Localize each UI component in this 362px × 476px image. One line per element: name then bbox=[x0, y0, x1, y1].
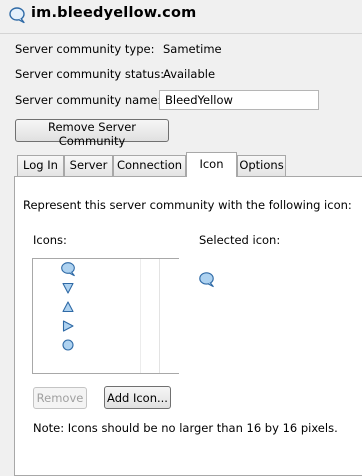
list-scrollbar[interactable] bbox=[159, 259, 179, 373]
community-type-label: Server community type: bbox=[15, 42, 155, 56]
tab-server[interactable]: Server bbox=[64, 155, 113, 176]
community-status-label: Server community status: bbox=[15, 67, 165, 81]
window-titlebar: im.bleedyellow.com bbox=[0, 0, 362, 34]
triangle-up-icon[interactable] bbox=[60, 299, 76, 315]
tab-options[interactable]: Options bbox=[237, 155, 286, 176]
tab-connection[interactable]: Connection bbox=[113, 155, 186, 176]
circle-icon[interactable] bbox=[60, 337, 76, 353]
community-name-label: Server community name: bbox=[15, 93, 162, 107]
community-status-value: Available bbox=[163, 67, 216, 81]
speech-bubble-icon bbox=[9, 7, 25, 24]
icons-list[interactable] bbox=[32, 258, 179, 374]
remove-server-community-button[interactable]: Remove Server Community bbox=[15, 119, 169, 148]
icon-description: Represent this server community with the… bbox=[23, 198, 352, 212]
community-name-input[interactable] bbox=[159, 90, 319, 110]
icon-size-note: Note: Icons should be no larger than 16 … bbox=[33, 421, 338, 435]
icons-label: Icons: bbox=[33, 233, 67, 247]
window-title: im.bleedyellow.com bbox=[31, 5, 197, 21]
tab-log-in[interactable]: Log In bbox=[17, 155, 64, 176]
add-icon-button[interactable]: Add Icon... bbox=[104, 386, 171, 409]
list-column-divider bbox=[140, 259, 141, 373]
community-type-value: Sametime bbox=[163, 42, 222, 56]
speech-bubble-icon[interactable] bbox=[60, 261, 76, 277]
selected-speech-bubble-icon bbox=[199, 272, 214, 288]
triangle-down-icon[interactable] bbox=[60, 280, 76, 296]
triangle-right-icon[interactable] bbox=[60, 318, 76, 334]
selected-icon-label: Selected icon: bbox=[199, 233, 281, 247]
tab-icon[interactable]: Icon bbox=[186, 152, 237, 177]
remove-icon-button[interactable]: Remove bbox=[33, 387, 87, 409]
